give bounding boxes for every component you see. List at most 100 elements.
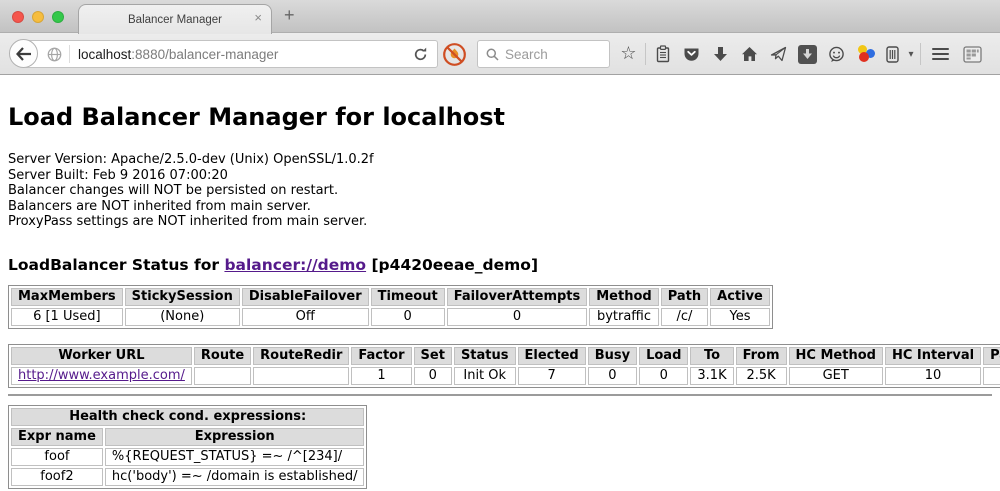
worker-header-row: Worker URLRouteRouteRedirFactorSetStatus… — [11, 347, 1000, 365]
worker-col-header: Set — [414, 347, 452, 365]
worker-url-link[interactable]: http://www.example.com/ — [18, 368, 185, 383]
globe-icon — [47, 47, 62, 62]
colored-dots-icon — [855, 44, 876, 64]
balancer-col-header: StickySession — [125, 288, 240, 306]
container-icon — [886, 46, 899, 63]
tab-balancer-manager[interactable]: Balancer Manager × — [78, 4, 272, 34]
worker-cell: 10 — [885, 367, 981, 385]
browser-window: Balancer Manager × + localhost:8880/bala… — [0, 0, 1000, 491]
toolbar-separator — [920, 43, 921, 65]
worker-col-header: Passes — [983, 347, 1000, 365]
server-info-line: Server Version: Apache/2.5.0-dev (Unix) … — [8, 152, 992, 168]
balancer-header-row: MaxMembersStickySessionDisableFailoverTi… — [11, 288, 770, 306]
balancer-data-row: 6 [1 Used](None)Off00bytraffic/c/Yes — [11, 308, 770, 326]
container-button[interactable] — [880, 39, 904, 69]
search-bar — [477, 40, 610, 68]
balancer-col-header: Path — [661, 288, 708, 306]
server-info-line: ProxyPass settings are NOT inherited fro… — [8, 214, 992, 230]
worker-url-cell: http://www.example.com/ — [11, 367, 192, 385]
downloads-button[interactable] — [706, 39, 735, 69]
worker-cell: 2.5K — [736, 367, 787, 385]
server-info-line: Balancers are NOT inherited from main se… — [8, 199, 992, 215]
status-heading-prefix: LoadBalancer Status for — [8, 256, 224, 274]
worker-col-header: Factor — [351, 347, 411, 365]
search-icon — [486, 48, 499, 61]
flashblock-icon — [442, 42, 467, 67]
health-header-row: Expr nameExpression — [11, 428, 364, 446]
worker-cell: 1 — [351, 367, 411, 385]
worker-col-header: Status — [454, 347, 516, 365]
tab-title: Balancer Manager — [128, 14, 222, 26]
health-col-header: Expr name — [11, 428, 103, 446]
menu-icon — [932, 48, 949, 61]
health-row: foof2hc('body') =~ /domain is establishe… — [11, 468, 364, 486]
toolbar-buttons: ☆ — [614, 39, 987, 69]
balancer-cell: Yes — [710, 308, 770, 326]
worker-col-header: Elected — [518, 347, 586, 365]
feedback-smiley-button[interactable] — [822, 39, 851, 69]
bookmark-star-button[interactable]: ☆ — [614, 39, 643, 69]
search-input[interactable] — [505, 47, 597, 62]
page-content: Load Balancer Manager for localhost Serv… — [0, 76, 1000, 491]
balancer-cell: (None) — [125, 308, 240, 326]
page-title: Load Balancer Manager for localhost — [8, 103, 992, 131]
worker-col-header: To — [690, 347, 733, 365]
expression-cell: %{REQUEST_STATUS} =~ /^[234]/ — [105, 448, 365, 466]
health-col-header: Expression — [105, 428, 365, 446]
worker-col-header: RouteRedir — [253, 347, 349, 365]
grid-page-icon — [963, 46, 982, 63]
caret-down-icon[interactable]: ▾ — [904, 49, 918, 60]
send-plane-icon — [770, 46, 787, 62]
balancer-col-header: DisableFailover — [242, 288, 369, 306]
worker-col-header: Route — [194, 347, 251, 365]
tab-close-icon[interactable]: × — [254, 11, 262, 24]
back-icon — [16, 47, 32, 61]
minimize-window-button[interactable] — [32, 11, 44, 23]
zoom-window-button[interactable] — [52, 11, 64, 23]
home-button[interactable] — [735, 39, 764, 69]
reading-list-button[interactable] — [648, 39, 677, 69]
tile-page-button[interactable] — [957, 39, 987, 69]
status-heading-suffix: [p4420eeae_demo] — [366, 256, 538, 274]
worker-cell — [253, 367, 349, 385]
video-download-button[interactable] — [793, 39, 822, 69]
url-separator — [69, 45, 70, 63]
balancer-demo-link[interactable]: balancer://demo — [224, 256, 366, 274]
balancer-col-header: Method — [589, 288, 658, 306]
expr-name-cell: foof2 — [11, 468, 103, 486]
health-row: foof%{REQUEST_STATUS} =~ /^[234]/ — [11, 448, 364, 466]
balancer-cell: 0 — [447, 308, 588, 326]
toolbar-separator — [645, 43, 646, 65]
menu-button[interactable] — [923, 39, 957, 69]
loadbalancer-status-heading: LoadBalancer Status for balancer://demo … — [8, 256, 992, 274]
back-button[interactable] — [9, 39, 38, 68]
worker-col-header: HC Method — [789, 347, 883, 365]
worker-cell — [194, 367, 251, 385]
worker-col-header: Load — [639, 347, 688, 365]
health-check-table: Health check cond. expressions: Expr nam… — [8, 405, 367, 489]
worker-col-header: HC Interval — [885, 347, 981, 365]
server-info-line: Balancer changes will NOT be persisted o… — [8, 183, 992, 199]
balancer-cell: 0 — [371, 308, 445, 326]
traffic-lights — [12, 11, 64, 23]
url-bar[interactable]: localhost:8880/balancer-manager — [24, 40, 438, 68]
send-tab-button[interactable] — [764, 39, 793, 69]
flashblock-button[interactable] — [442, 42, 467, 67]
url-domain: localhost — [78, 47, 131, 62]
balancer-col-header: Timeout — [371, 288, 445, 306]
balancer-col-header: MaxMembers — [11, 288, 123, 306]
extension-dots-button[interactable] — [851, 39, 880, 69]
balancer-col-header: FailoverAttempts — [447, 288, 588, 306]
new-tab-button[interactable]: + — [284, 5, 295, 26]
titlebar: Balancer Manager × + — [0, 0, 1000, 33]
pocket-button[interactable] — [677, 39, 706, 69]
expression-cell: hc('body') =~ /domain is established/ — [105, 468, 365, 486]
reload-icon — [413, 47, 428, 62]
health-title-row: Health check cond. expressions: — [11, 408, 364, 426]
navigation-toolbar: localhost:8880/balancer-manager ☆ — [0, 33, 1000, 75]
worker-cell: 1 (0) — [983, 367, 1000, 385]
close-window-button[interactable] — [12, 11, 24, 23]
balancer-cell: 6 [1 Used] — [11, 308, 123, 326]
reload-button[interactable] — [413, 47, 428, 62]
worker-cell: 0 — [639, 367, 688, 385]
